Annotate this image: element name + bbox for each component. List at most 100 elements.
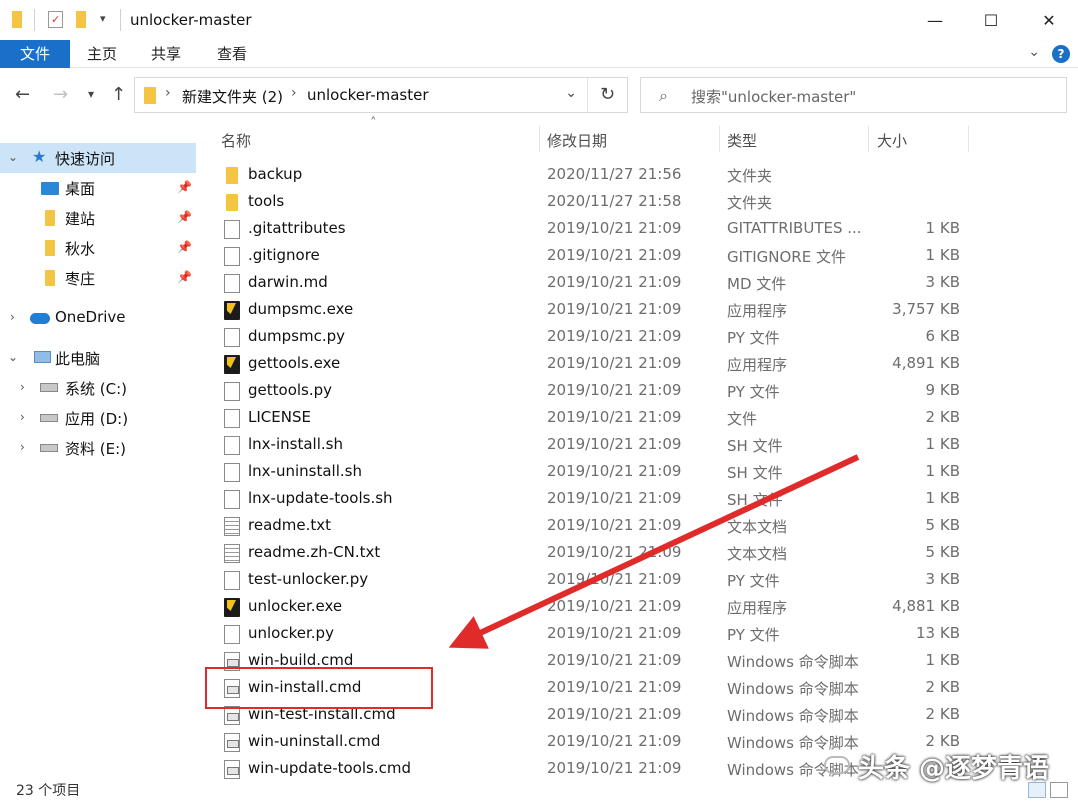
file-date: 2019/10/21 21:09 [547,678,682,696]
file-row[interactable]: win-uninstall.cmd 2019/10/21 21:09 Windows… [200,729,970,756]
file-size: 2 KB [925,705,960,723]
exe-file-icon [224,301,240,320]
folder-icon [45,270,55,286]
sidebar-item-onedrive[interactable]: › OneDrive [0,303,196,333]
file-type: Windows 命令脚本 [727,680,859,698]
address-bar[interactable]: › 新建文件夹 (2) › unlocker-master ⌄ ↻ [134,77,628,113]
refresh-icon[interactable]: ↻ [587,78,627,112]
file-type: SH 文件 [727,464,783,482]
sidebar-item-jianzhan[interactable]: 建站 📌 [0,203,196,233]
file-row[interactable]: tools 2020/11/27 21:58 文件夹 [200,189,970,216]
forward-arrow-icon[interactable]: → [53,84,68,105]
file-row[interactable]: lnx-install.sh 2019/10/21 21:09 SH 文件 1 KB [200,432,970,459]
expand-icon[interactable]: › [20,410,25,424]
file-type: GITIGNORE 文件 [727,248,846,266]
file-file-icon [224,571,240,590]
column-divider[interactable] [968,126,969,152]
file-row[interactable]: LICENSE 2019/10/21 21:09 文件 2 KB [200,405,970,432]
file-row[interactable]: readme.txt 2019/10/21 21:09 文本文档 5 KB [200,513,970,540]
up-arrow-icon[interactable]: ↑ [111,84,126,105]
help-icon[interactable]: ? [1052,45,1070,63]
search-input[interactable]: ⌕ 搜索"unlocker-master" [640,77,1067,113]
file-row[interactable]: gettools.py 2019/10/21 21:09 PY 文件 9 KB [200,378,970,405]
file-row[interactable]: test-unlocker.py 2019/10/21 21:09 PY 文件 3 K… [200,567,970,594]
file-date: 2019/10/21 21:09 [547,246,682,264]
file-size: 2 KB [925,678,960,696]
column-divider[interactable] [719,126,720,152]
sidebar-item-quick-access[interactable]: ⌄ ★ 快速访问 [0,143,196,173]
file-type: Windows 命令脚本 [727,707,859,725]
file-row[interactable]: readme.zh-CN.txt 2019/10/21 21:09 文本文档 5 KB [200,540,970,567]
file-row[interactable]: gettools.exe 2019/10/21 21:09 应用程序 4,891 KB [200,351,970,378]
file-name: darwin.md [248,273,328,291]
column-divider[interactable] [539,126,540,152]
file-row[interactable]: dumpsmc.py 2019/10/21 21:09 PY 文件 6 KB [200,324,970,351]
column-divider[interactable] [868,126,869,152]
file-row[interactable]: unlocker.exe 2019/10/21 21:09 应用程序 4,881 KB [200,594,970,621]
file-size: 1 KB [925,651,960,669]
file-size: 3 KB [925,570,960,588]
expand-icon[interactable]: › [20,440,25,454]
sidebar-item-label: 枣庄 [65,270,96,288]
chevron-right-icon[interactable]: › [165,85,171,101]
new-folder-icon[interactable] [76,11,86,28]
file-row[interactable]: unlocker.py 2019/10/21 21:09 PY 文件 13 KB [200,621,970,648]
file-name: backup [248,165,303,183]
tab-share[interactable]: 共享 [151,40,181,68]
navigation-bar: ← → ▾ ↑ › 新建文件夹 (2) › unlocker-master ⌄ … [0,68,1078,124]
sidebar-item-desktop[interactable]: 桌面 📌 [0,173,196,203]
file-row[interactable]: backup 2020/11/27 21:56 文件夹 [200,162,970,189]
chevron-right-icon[interactable]: › [291,85,297,101]
breadcrumb-parent[interactable]: 新建文件夹 (2) [182,86,283,107]
txt-file-icon [224,544,240,563]
file-row[interactable]: dumpsmc.exe 2019/10/21 21:09 应用程序 3,757 KB [200,297,970,324]
tab-file[interactable]: 文件 [0,40,70,68]
collapse-icon[interactable]: ⌄ [8,150,18,164]
sidebar-item-drive-d[interactable]: › 应用 (D:) [0,403,196,433]
file-file-icon [224,625,240,644]
file-file-icon [224,247,240,266]
minimize-button[interactable]: — [910,0,960,40]
expand-ribbon-icon[interactable]: ⌄ [1028,44,1040,60]
star-icon: ★ [32,147,47,166]
sidebar-item-drive-c[interactable]: › 系统 (C:) [0,373,196,403]
sidebar-item-qiushui[interactable]: 秋水 📌 [0,233,196,263]
chevron-down-icon[interactable]: ⌄ [565,85,577,101]
properties-icon[interactable]: ✓ [48,11,63,28]
close-button[interactable]: ✕ [1024,0,1074,40]
file-name: test-unlocker.py [248,570,369,588]
large-icons-view-icon[interactable] [1050,782,1068,798]
customize-toolbar-icon[interactable]: ▾ [100,12,106,25]
sidebar-item-zaozhuang[interactable]: 枣庄 📌 [0,263,196,293]
breadcrumb-current[interactable]: unlocker-master [307,86,429,104]
file-row[interactable]: win-update-tools.cmd 2019/10/21 21:09 Wind… [200,756,970,783]
file-row[interactable]: darwin.md 2019/10/21 21:09 MD 文件 3 KB [200,270,970,297]
column-header-type[interactable]: 类型 [727,130,757,160]
sidebar-item-this-pc[interactable]: ⌄ 此电脑 [0,343,196,373]
file-row[interactable]: lnx-uninstall.sh 2019/10/21 21:09 SH 文件 1 K… [200,459,970,486]
file-row[interactable]: lnx-update-tools.sh 2019/10/21 21:09 SH 文件… [200,486,970,513]
file-name: .gitignore [248,246,320,264]
file-type: PY 文件 [727,329,780,347]
file-date: 2019/10/21 21:09 [547,570,682,588]
collapse-icon[interactable]: ⌄ [8,350,18,364]
sidebar-item-drive-e[interactable]: › 资料 (E:) [0,433,196,463]
title-separator-2 [120,9,121,31]
column-header-size[interactable]: 大小 [877,130,907,160]
watermark-text: 头条 @逐梦青语 [858,754,1050,784]
expand-icon[interactable]: › [10,310,15,324]
folder-icon [12,11,22,28]
file-row[interactable]: .gitignore 2019/10/21 21:09 GITIGNORE 文件 1 … [200,243,970,270]
column-header-name[interactable]: 名称 [221,130,251,160]
back-arrow-icon[interactable]: ← [15,84,30,105]
sidebar-item-label: 快速访问 [55,150,116,168]
tab-view[interactable]: 查看 [217,40,247,68]
tab-home[interactable]: 主页 [87,40,117,68]
expand-icon[interactable]: › [20,380,25,394]
file-size: 1 KB [925,489,960,507]
file-row[interactable]: .gitattributes 2019/10/21 21:09 GITATTRIBU… [200,216,970,243]
maximize-button[interactable]: ☐ [966,0,1016,40]
column-header-date[interactable]: 修改日期 [547,130,607,160]
recent-locations-icon[interactable]: ▾ [88,87,94,101]
file-name: dumpsmc.exe [248,300,354,318]
